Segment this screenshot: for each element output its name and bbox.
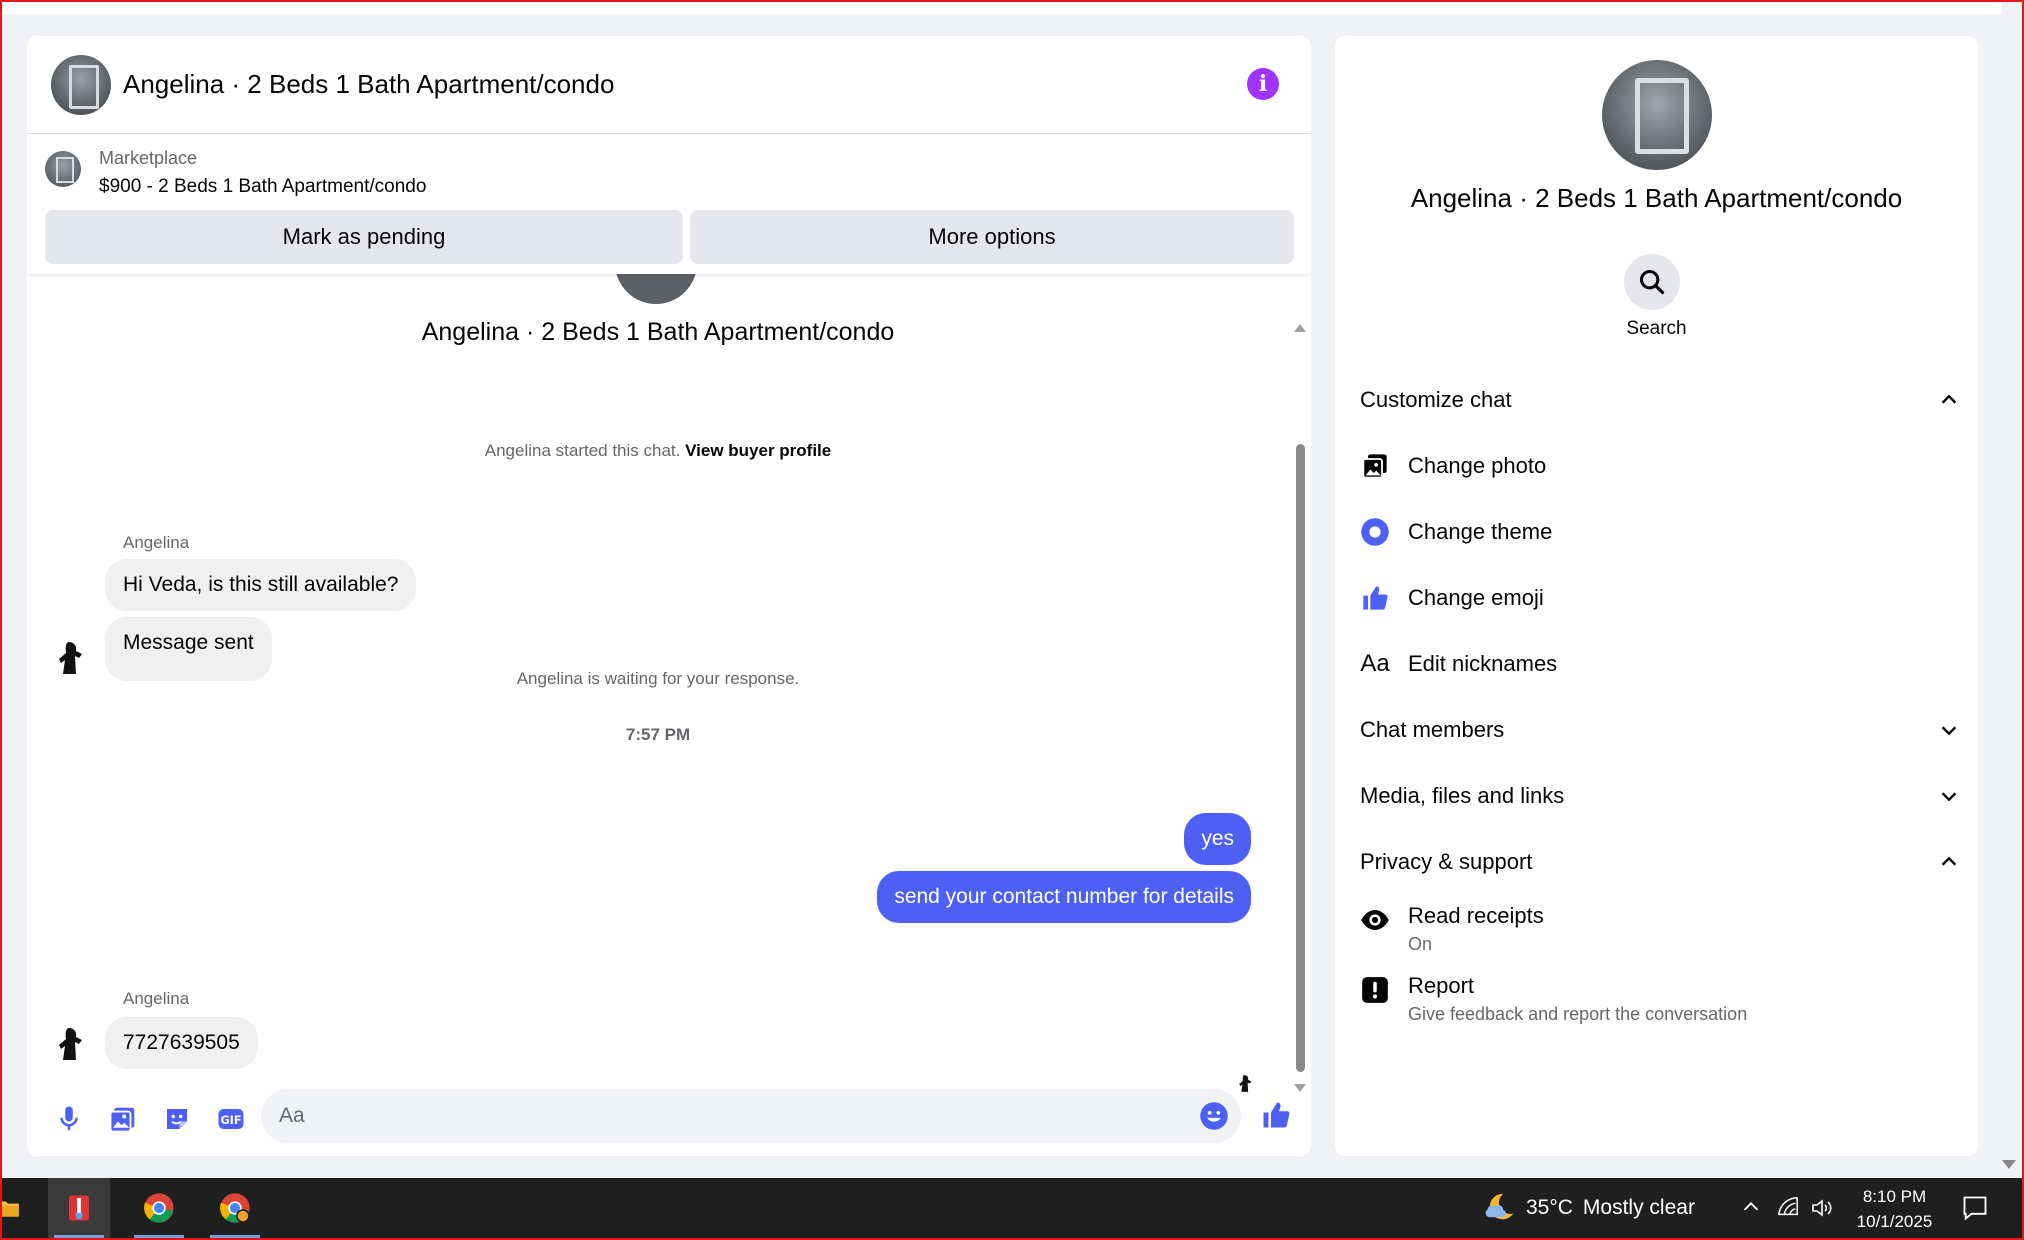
incoming-message[interactable]: Hi Veda, is this still available?: [105, 559, 417, 611]
chevron-up-icon: [1941, 394, 1957, 404]
marketplace-listing-bar: Marketplace $900 - 2 Beds 1 Bath Apartme…: [27, 134, 1311, 274]
view-buyer-profile-link[interactable]: View buyer profile: [685, 441, 831, 460]
file-explorer-icon[interactable]: [0, 1178, 28, 1238]
notification-center-icon[interactable]: [1960, 1194, 1990, 1222]
running-indicator: [210, 1235, 260, 1238]
theme-icon: [1360, 517, 1390, 547]
chat-started-notice: Angelina started this chat. View buyer p…: [27, 441, 1289, 461]
incoming-message[interactable]: 7727639505: [105, 1017, 258, 1069]
report-alert-icon: [1360, 975, 1390, 1005]
chevron-down-icon: [1941, 726, 1957, 736]
scroll-thumb[interactable]: [1296, 444, 1305, 1072]
network-wifi-icon[interactable]: [1777, 1196, 1799, 1223]
message-timestamp: 7:57 PM: [625, 725, 691, 744]
thread-title: Angelina · 2 Beds 1 Bath Apartment/condo: [421, 318, 895, 346]
option-label: Edit nicknames: [1408, 651, 1558, 676]
chevron-up-icon: [1941, 856, 1957, 866]
section-title: Chat members: [1360, 717, 1505, 742]
chat-panel: Angelina · 2 Beds 1 Bath Apartment/condo…: [27, 36, 1311, 1156]
active-indicator: [54, 1235, 104, 1238]
section-title: Customize chat: [1360, 387, 1512, 412]
conversation-info-panel: Angelina · 2 Beds 1 Bath Apartment/condo…: [1335, 36, 1978, 1156]
option-label: Read receipts: [1408, 903, 1544, 928]
weather-widget[interactable]: 35°C Mostly clear: [1482, 1188, 1695, 1228]
chevron-down-icon: [1941, 792, 1957, 802]
text-aa-icon: Aa: [1360, 650, 1390, 677]
sticker-icon[interactable]: [160, 1102, 194, 1136]
weather-condition: Mostly clear: [1582, 1196, 1695, 1219]
chat-started-text: Angelina started this chat.: [484, 441, 681, 460]
outgoing-message[interactable]: yes: [1184, 813, 1251, 865]
eye-icon: [1360, 905, 1390, 935]
message-input[interactable]: [279, 1089, 1179, 1143]
chat-members-section[interactable]: Chat members: [1360, 717, 1960, 743]
paint-brush-icon: [69, 1195, 89, 1221]
thumbs-up-icon: [1360, 583, 1390, 613]
option-label: Change theme: [1408, 519, 1553, 544]
conversation-title[interactable]: Angelina · 2 Beds 1 Bath Apartment/condo: [123, 69, 614, 100]
profile-avatar[interactable]: [1602, 60, 1712, 170]
privacy-support-section[interactable]: Privacy & support: [1360, 849, 1960, 875]
chrome-icon: [144, 1193, 174, 1223]
option-label: Change emoji: [1408, 585, 1544, 610]
sender-avatar[interactable]: [49, 1022, 91, 1064]
svg-text:GIF: GIF: [220, 1114, 241, 1127]
message-sender: Angelina: [123, 989, 190, 1008]
marketplace-label: Marketplace: [99, 148, 198, 168]
more-options-button[interactable]: More options: [690, 210, 1294, 264]
browser-top-strip: [2, 2, 2002, 14]
chrome-icon: [220, 1193, 250, 1223]
listing-thumbnail[interactable]: [45, 151, 81, 187]
listing-title[interactable]: $900 - 2 Beds 1 Bath Apartment/condo: [99, 176, 426, 198]
waiting-notice: Angelina is waiting for your response.: [516, 669, 800, 688]
taskbar-app-chrome-profile[interactable]: [204, 1178, 266, 1238]
option-label: Change photo: [1408, 453, 1547, 478]
clock-date: 10/1/2025: [1856, 1212, 1933, 1231]
search-label: Search: [1626, 318, 1687, 339]
running-indicator: [134, 1235, 184, 1238]
microphone-icon[interactable]: [52, 1102, 86, 1136]
message-sender: Angelina: [123, 533, 190, 552]
gif-icon[interactable]: GIF: [214, 1102, 248, 1136]
mark-as-pending-button[interactable]: Mark as pending: [45, 210, 683, 264]
thread-avatar: [615, 274, 697, 304]
windows-taskbar: 35°C Mostly clear 8:10 PM 10/1/2025: [0, 1178, 2022, 1238]
message-scrollbar[interactable]: [1289, 274, 1311, 1094]
report-description: Give feedback and report the conversatio…: [1408, 1004, 1748, 1024]
taskbar-app-paint[interactable]: [48, 1178, 110, 1238]
moon-cloud-icon: [1485, 1193, 1514, 1220]
search-button[interactable]: [1624, 254, 1680, 310]
taskbar-clock[interactable]: 8:10 PM 10/1/2025: [1847, 1184, 1942, 1234]
photo-icon: [1360, 451, 1390, 481]
taskbar-app-chrome[interactable]: [128, 1178, 190, 1238]
page-scroll-down-arrow[interactable]: [2002, 1160, 2016, 1169]
read-receipts-status: On: [1408, 934, 1433, 954]
volume-icon[interactable]: [1810, 1196, 1834, 1225]
outgoing-message[interactable]: send your contact number for details: [877, 871, 1251, 923]
info-icon[interactable]: i: [1247, 68, 1279, 100]
scroll-up-arrow[interactable]: [1294, 324, 1306, 332]
weather-temperature: 35°C: [1526, 1196, 1573, 1219]
search-icon: [1639, 269, 1665, 295]
message-input-wrapper: [261, 1089, 1241, 1143]
customize-chat-section[interactable]: Customize chat: [1360, 387, 1960, 413]
conversation-avatar[interactable]: [51, 55, 111, 115]
media-files-links-section[interactable]: Media, files and links: [1360, 783, 1960, 809]
message-list[interactable]: Angelina · 2 Beds 1 Bath Apartment/condo…: [27, 274, 1289, 1114]
message-composer: GIF: [27, 1082, 1311, 1156]
section-title: Media, files and links: [1360, 783, 1565, 808]
chat-header: Angelina · 2 Beds 1 Bath Apartment/condo…: [27, 36, 1311, 134]
section-title: Privacy & support: [1360, 849, 1533, 874]
photo-attach-icon[interactable]: [106, 1102, 140, 1136]
option-label: Report: [1408, 973, 1475, 998]
clock-time: 8:10 PM: [1862, 1187, 1927, 1206]
emoji-icon[interactable]: [1199, 1101, 1229, 1131]
like-thumbs-up-icon[interactable]: [1259, 1098, 1293, 1132]
show-hidden-icons-chevron[interactable]: [1740, 1196, 1762, 1223]
profile-name: Angelina · 2 Beds 1 Bath Apartment/condo: [1410, 183, 1903, 213]
